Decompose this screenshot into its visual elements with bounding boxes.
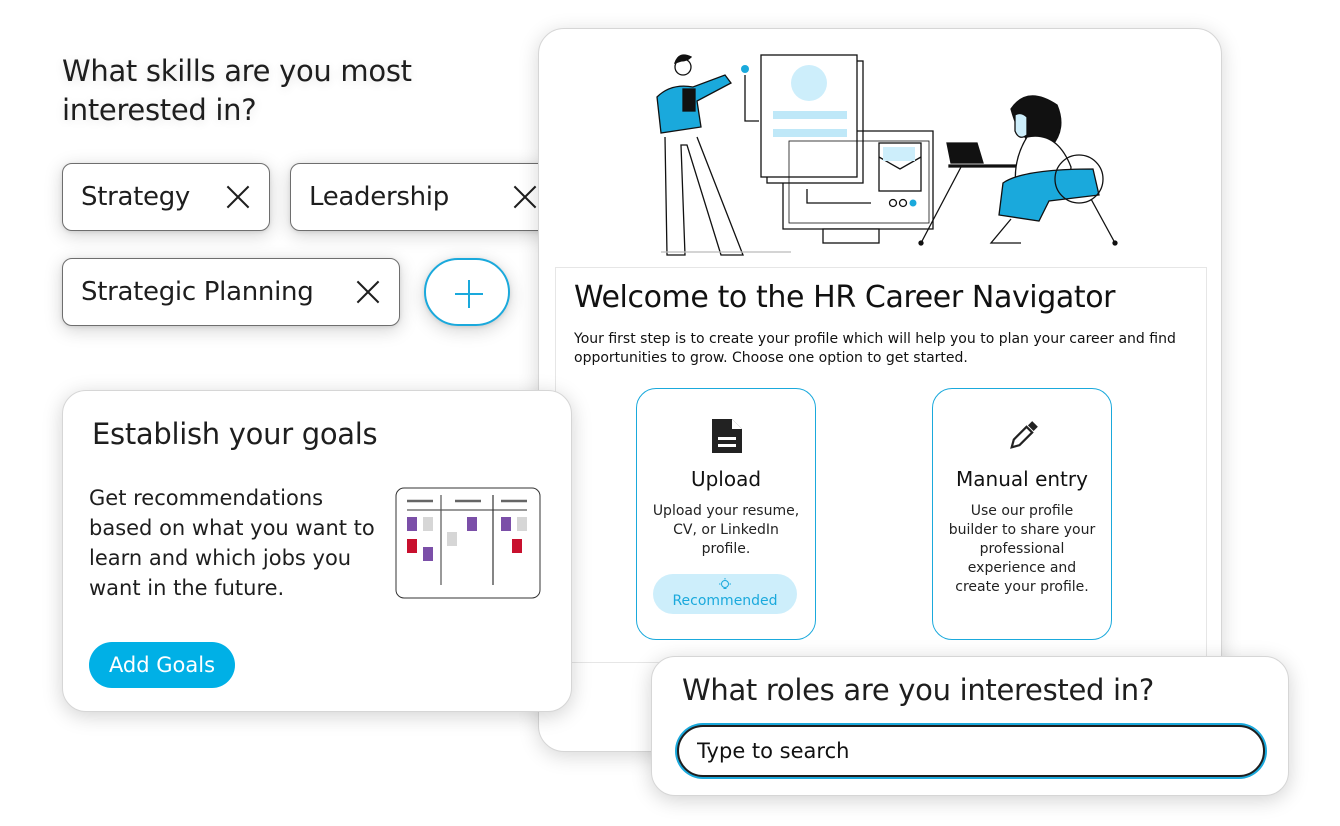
skill-chip-strategy: Strategy xyxy=(62,163,270,231)
welcome-title: Welcome to the HR Career Navigator xyxy=(574,280,1116,315)
roles-title: What roles are you interested in? xyxy=(682,673,1154,707)
plus-icon xyxy=(455,280,483,308)
skill-chip-label: Strategy xyxy=(81,182,191,212)
document-icon xyxy=(712,419,742,453)
roles-search-input[interactable] xyxy=(677,725,1265,777)
close-icon[interactable] xyxy=(512,184,538,210)
career-illustration xyxy=(656,54,1118,256)
roles-card: What roles are you interested in? xyxy=(651,656,1289,796)
lightbulb-icon xyxy=(719,578,731,589)
skill-chip-label: Strategic Planning xyxy=(81,277,314,307)
recommended-badge: Recommended xyxy=(653,574,797,614)
add-goals-button[interactable]: Add Goals xyxy=(89,642,235,688)
close-icon[interactable] xyxy=(355,279,381,305)
woman-pants xyxy=(998,168,1100,222)
skill-chip-leadership: Leadership xyxy=(290,163,557,231)
goals-title: Establish your goals xyxy=(92,417,378,451)
add-skill-button[interactable] xyxy=(424,258,510,326)
goals-card: Establish your goals Get recommendations… xyxy=(62,390,572,712)
laptop xyxy=(946,142,984,164)
welcome-panel: Welcome to the HR Career Navigator Your … xyxy=(555,267,1207,663)
option-description: Use our profile builder to share your pr… xyxy=(948,503,1096,595)
skill-chip-strategic-planning: Strategic Planning xyxy=(62,258,400,326)
close-icon[interactable] xyxy=(225,184,251,210)
pointer-dot xyxy=(741,65,749,73)
upload-option-card[interactable]: Upload Upload your resume, CV, or Linked… xyxy=(636,388,816,640)
tablet xyxy=(682,88,696,112)
skills-question-heading: What skills are you most interested in? xyxy=(62,54,412,127)
man-legs xyxy=(664,136,744,256)
skill-chip-label: Leadership xyxy=(309,182,449,212)
option-title: Upload xyxy=(690,467,762,491)
kanban-board-icon xyxy=(395,487,541,599)
goals-description: Get recommendations based on what you wa… xyxy=(89,486,375,600)
career-navigator-window: Welcome to the HR Career Navigator Your … xyxy=(538,28,1222,752)
manual-entry-option-card[interactable]: Manual entry Use our profile builder to … xyxy=(932,388,1112,640)
option-description: Upload your resume, CV, or LinkedIn prof… xyxy=(652,503,800,557)
woman-face xyxy=(1014,112,1028,138)
pencil-icon xyxy=(1010,421,1038,449)
option-title: Manual entry xyxy=(956,467,1088,491)
welcome-description: Your first step is to create your profil… xyxy=(574,331,1176,366)
recommended-label: Recommended xyxy=(672,593,778,609)
